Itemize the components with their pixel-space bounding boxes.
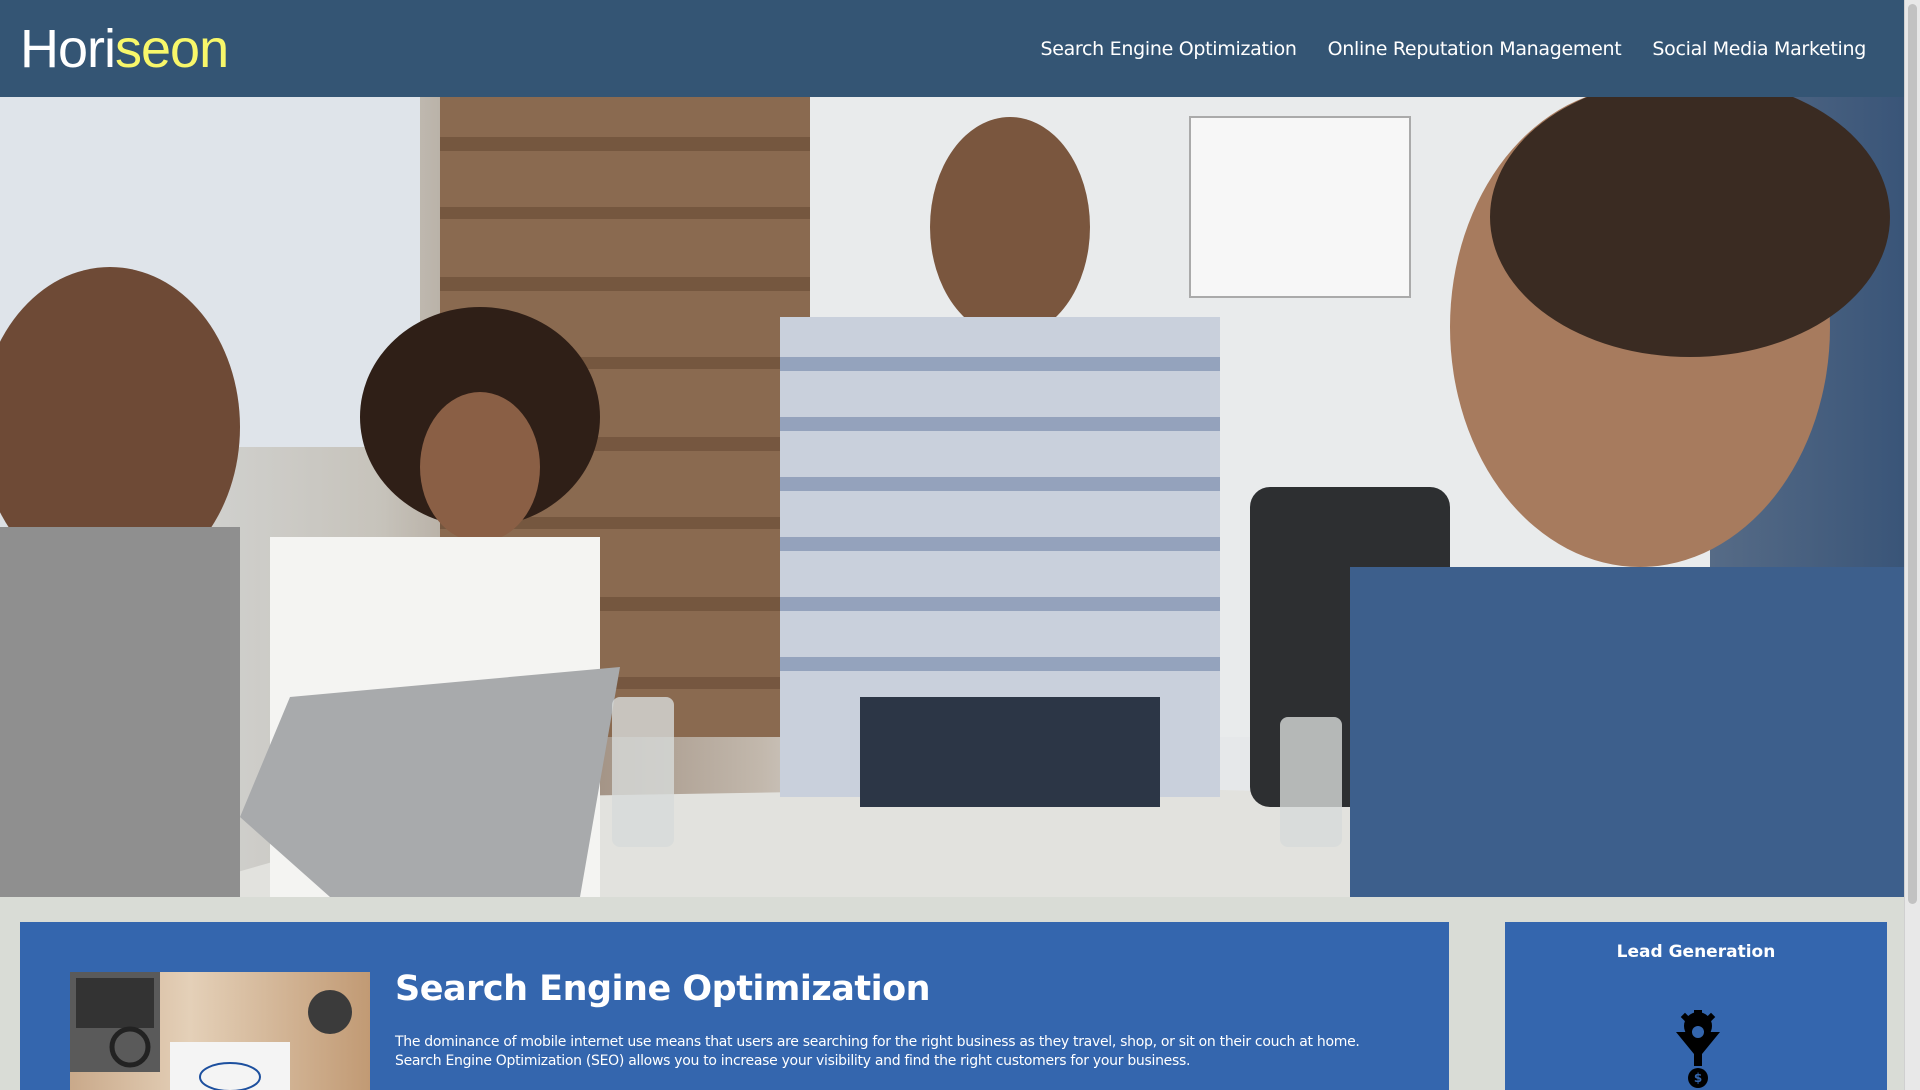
- nav-link-seo[interactable]: Search Engine Optimization: [1040, 38, 1297, 60]
- svg-text:$: $: [1694, 1071, 1702, 1085]
- logo-text-seon: seon: [115, 18, 229, 79]
- seo-description: The dominance of mobile internet use mea…: [395, 1034, 1360, 1069]
- main-nav: Search Engine Optimization Online Reputa…: [1009, 38, 1866, 60]
- site-header: Horiseon Search Engine Optimization Onli…: [0, 0, 1904, 97]
- seo-section: Search Engine Optimization The dominance…: [20, 922, 1449, 1090]
- seo-title: Search Engine Optimization: [395, 969, 931, 1009]
- page-scrollbar[interactable]: [1904, 0, 1920, 1090]
- logo-text-hori: Hori: [20, 18, 116, 79]
- lead-generation-title: Lead Generation: [1616, 942, 1776, 962]
- site-logo[interactable]: Horiseon: [20, 18, 229, 80]
- seo-thumbnail-illustration: [70, 972, 352, 1090]
- hero-image: [0, 97, 1904, 897]
- lead-generation-funnel-icon: $: [1676, 1010, 1720, 1088]
- seo-thumbnail-image: [70, 972, 370, 1090]
- hero-photo-illustration: [0, 97, 1904, 897]
- nav-link-social-media[interactable]: Social Media Marketing: [1652, 38, 1866, 60]
- lead-generation-card: Lead Generation $: [1505, 922, 1887, 1090]
- nav-link-reputation[interactable]: Online Reputation Management: [1328, 38, 1622, 60]
- scrollbar-thumb[interactable]: [1908, 4, 1917, 904]
